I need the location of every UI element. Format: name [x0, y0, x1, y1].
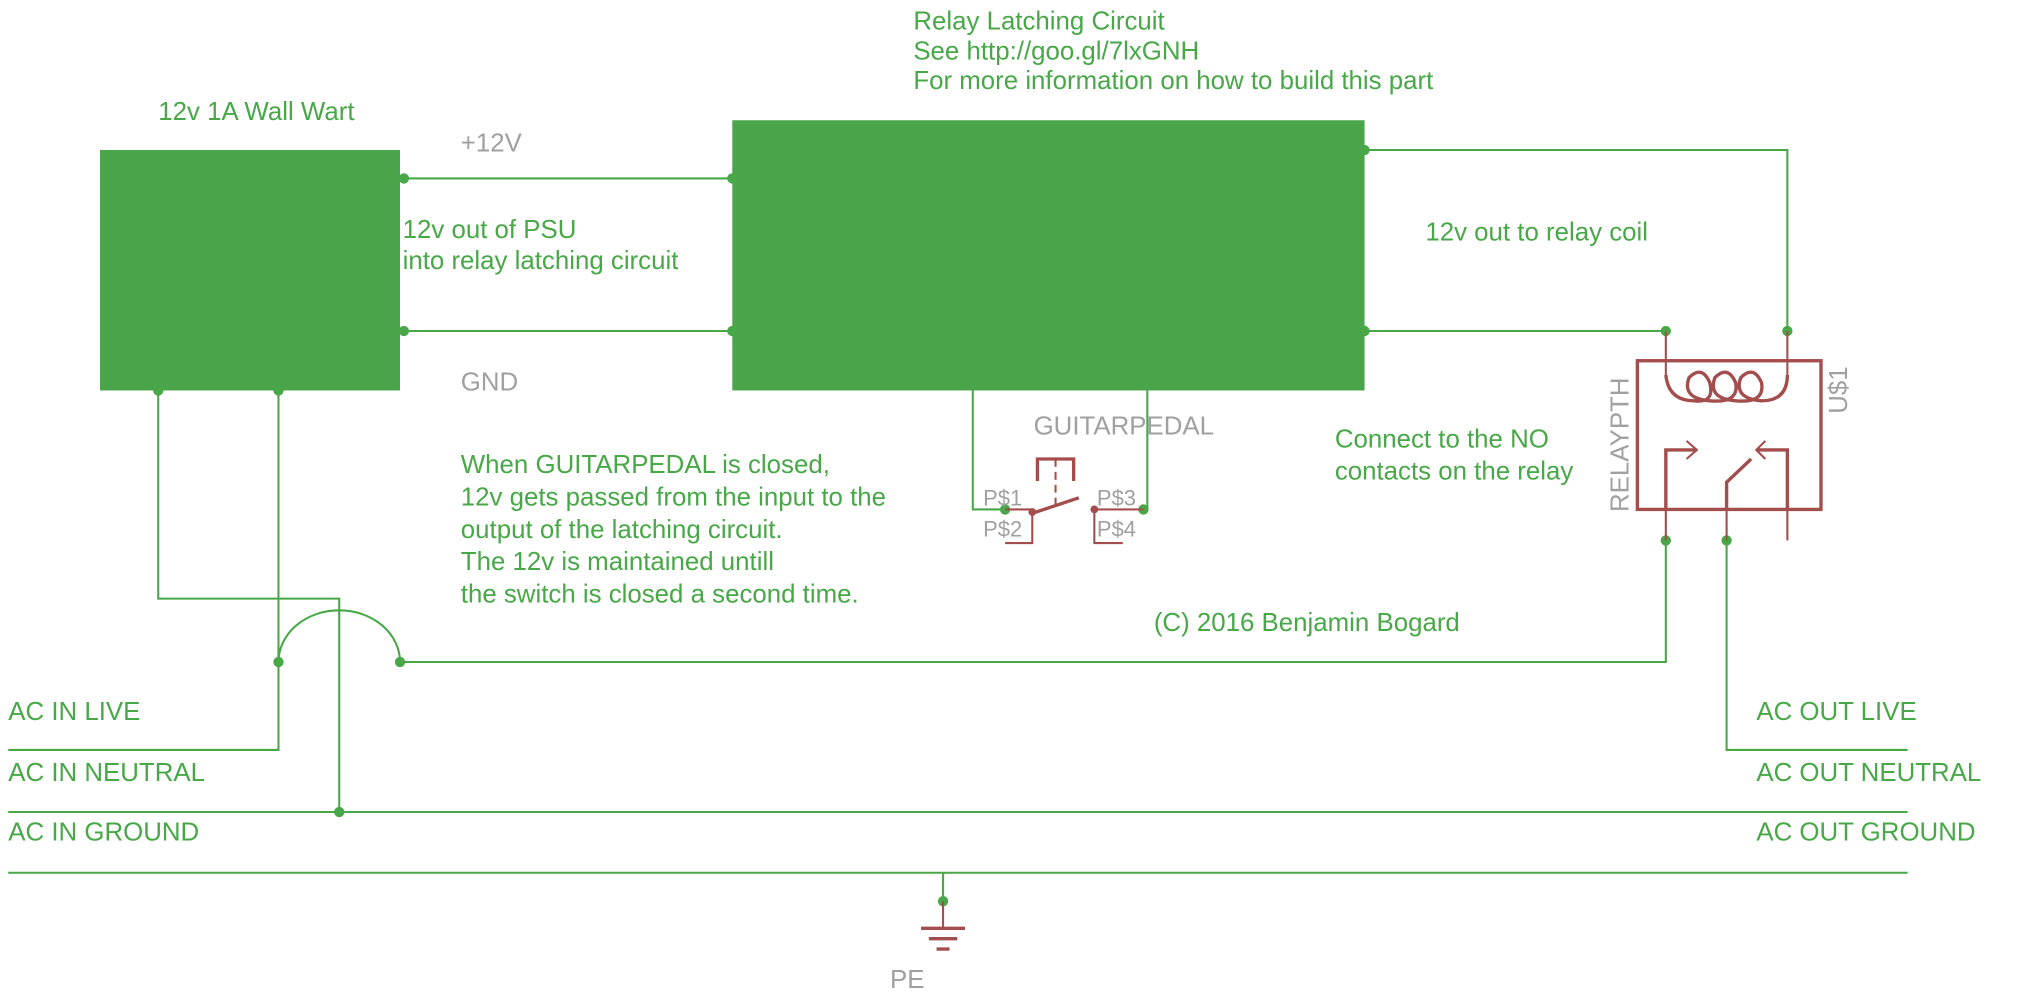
latch-title: Relay Latching Circuit	[913, 8, 1164, 36]
schematic: 12v 1A Wall Wart +12V GND PE 12v out of …	[8, 8, 1981, 993]
psu-title: 12v 1A Wall Wart	[158, 98, 354, 126]
pedal-note: 12v gets passed from the input to the	[461, 484, 886, 512]
ac-in-live-label: AC IN LIVE	[8, 698, 140, 726]
relay-name: U$1	[1825, 366, 1853, 413]
latch-note: For more information on how to build thi…	[913, 67, 1433, 95]
pin-label: P$2	[983, 517, 1022, 542]
latch-link: See http://goo.gl/7lxGNH	[913, 37, 1199, 65]
wire-psu-live[interactable]	[8, 390, 280, 751]
pin-label: P$1	[983, 486, 1022, 511]
ground-icon	[921, 901, 966, 951]
relay-symbol[interactable]	[1635, 331, 1823, 541]
pedal-note: output of the latching circuit.	[461, 516, 783, 544]
coil-icon	[1664, 370, 1790, 403]
pin-label: P$4	[1097, 517, 1136, 542]
wall-wart-block[interactable]	[100, 149, 401, 391]
psu-note: into relay latching circuit	[403, 247, 679, 275]
ac-out-neutral-label: AC OUT NEUTRAL	[1756, 759, 1981, 787]
coil-note: 12v out to relay coil	[1425, 218, 1648, 246]
psu-note: 12v out of PSU	[403, 216, 577, 244]
net-gnd-label: GND	[461, 368, 518, 396]
pedal-note: When GUITARPEDAL is closed,	[461, 451, 830, 479]
wire-pedal-b[interactable]	[1143, 390, 1149, 511]
net-plus12-label: +12V	[461, 129, 523, 157]
pedal-name: GUITARPEDAL	[1034, 412, 1214, 440]
pin-label: P$3	[1097, 486, 1136, 511]
relay-value: RELAYPTH	[1606, 377, 1634, 512]
copyright: (C) 2016 Benjamin Bogard	[1154, 609, 1460, 637]
wire-psu-neutral[interactable]	[157, 390, 341, 812]
relay-note: contacts on the relay	[1335, 458, 1574, 486]
ac-in-ground-label: AC IN GROUND	[8, 818, 199, 846]
ac-in-neutral-label: AC IN NEUTRAL	[8, 759, 205, 787]
ac-out-ground-label: AC OUT GROUND	[1756, 818, 1975, 846]
pedal-note: the switch is closed a second time.	[461, 581, 859, 609]
net-pe-label: PE	[890, 966, 924, 993]
relay-note: Connect to the NO	[1335, 425, 1549, 453]
ac-out-live-label: AC OUT LIVE	[1756, 698, 1916, 726]
pedal-note: The 12v is maintained untill	[461, 548, 774, 576]
relay-latching-block[interactable]	[732, 120, 1365, 391]
